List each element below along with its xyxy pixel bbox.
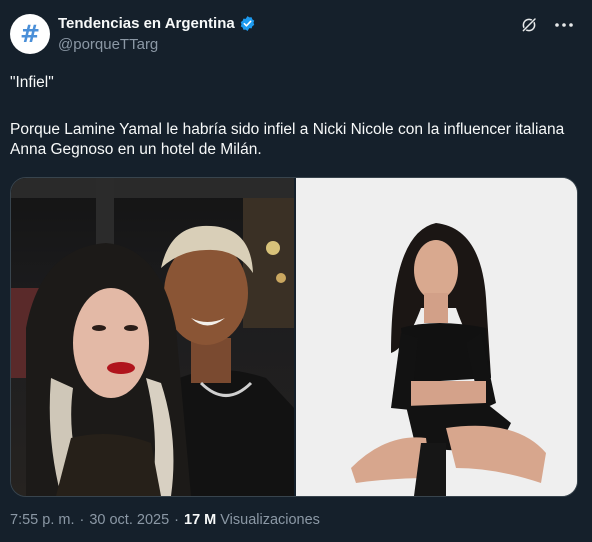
- woman-posing-photo[interactable]: [296, 178, 577, 496]
- tweet-time[interactable]: 7:55 p. m.: [10, 512, 74, 528]
- tweet-actions: [520, 16, 574, 34]
- couple-selfie-illustration: [11, 178, 294, 496]
- tweet-quote: "Infiel": [10, 74, 54, 91]
- couple-selfie-photo[interactable]: [11, 178, 294, 496]
- media-grid: [10, 177, 578, 497]
- meta-separator: ·: [79, 512, 85, 528]
- more-options-icon[interactable]: [554, 16, 574, 34]
- display-name[interactable]: Tendencias en Argentina: [58, 15, 235, 32]
- tweet-body: Porque Lamine Yamal le habría sido infie…: [10, 121, 565, 158]
- avatar[interactable]: #: [10, 14, 50, 54]
- tweet-date[interactable]: 30 oct. 2025: [89, 512, 169, 528]
- woman-posing-illustration: [296, 178, 577, 496]
- tweet-header: # Tendencias en Argentina @porqueTTarg: [10, 12, 582, 56]
- name-row: Tendencias en Argentina: [58, 15, 256, 32]
- grok-icon[interactable]: [520, 16, 538, 34]
- views-label: Visualizaciones: [220, 512, 320, 528]
- verified-badge-icon: [240, 16, 254, 31]
- meta-separator-2: ·: [174, 512, 179, 528]
- handle[interactable]: @porqueTTarg: [58, 36, 158, 53]
- views-count: 17 M: [184, 512, 217, 528]
- avatar-hash-icon: #: [19, 20, 41, 48]
- tweet-meta: 7:55 p. m. · 30 oct. 2025 · 17 M Visuali…: [10, 512, 320, 528]
